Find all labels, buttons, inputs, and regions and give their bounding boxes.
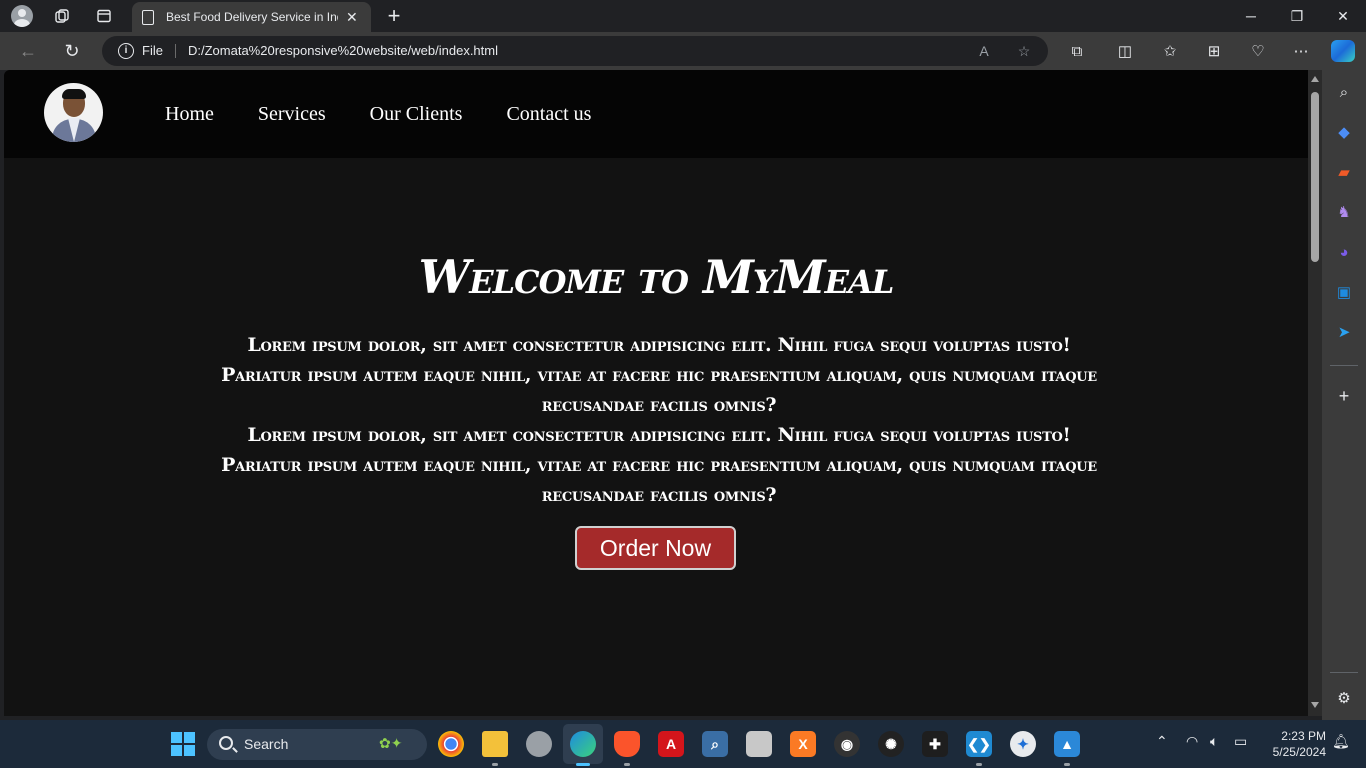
photos-icon[interactable]: ▲: [1054, 731, 1080, 757]
notifications-icon[interactable]: 🔔︎: [1332, 733, 1350, 750]
running-indicator: [1064, 763, 1070, 766]
profile-logo[interactable]: [44, 83, 103, 142]
page-icon: [142, 9, 154, 25]
clock-date: 5/25/2024: [1272, 745, 1326, 759]
nav-our-clients[interactable]: Our Clients: [370, 103, 463, 126]
file-explorer-icon[interactable]: [482, 731, 508, 757]
chatgpt-icon[interactable]: ✺: [878, 731, 904, 757]
order-now-button[interactable]: Order Now: [575, 526, 736, 570]
taskbar-clock[interactable]: 2:23 PM 5/25/2024: [1262, 728, 1326, 760]
edge-sidebar: ⌕ ◆ ▰ ♞ ◕ ▣ ➤ + ⚙: [1322, 70, 1366, 720]
edge-icon[interactable]: [570, 731, 596, 757]
add-sidebar-app-icon[interactable]: +: [1334, 386, 1354, 406]
drop-icon[interactable]: ➤: [1334, 322, 1354, 342]
search-label: Search: [244, 736, 289, 752]
restore-icon[interactable]: ❐: [1274, 0, 1320, 32]
show-hidden-icons[interactable]: ⌃: [1156, 733, 1168, 750]
read-aloud-icon[interactable]: A: [974, 41, 994, 61]
magnifier-icon[interactable]: ⌕: [702, 731, 728, 757]
tab-actions-icon[interactable]: [92, 4, 116, 28]
shopping-tag-icon[interactable]: ◆: [1334, 122, 1354, 142]
running-indicator: [624, 763, 630, 766]
hero-paragraph: Lorem ipsum dolor, sit amet consectetur …: [221, 334, 1097, 416]
browser-toolbar: ← ↻ i File D:/Zomata%20responsive%20webs…: [0, 32, 1366, 70]
nav-contact-us[interactable]: Contact us: [506, 103, 591, 126]
sidebar-settings-icon[interactable]: ⚙: [1334, 688, 1354, 708]
xampp-icon[interactable]: X: [790, 731, 816, 757]
info-icon[interactable]: i: [118, 43, 134, 59]
games-icon[interactable]: ♞: [1334, 202, 1354, 222]
collections-icon[interactable]: ⊞: [1204, 41, 1224, 61]
site-nav: Home Services Our Clients Contact us: [165, 103, 635, 126]
hero-section: Welcome to MyMeal Lorem ipsum dolor, sit…: [4, 158, 1308, 716]
chrome-icon[interactable]: [438, 731, 464, 757]
battery-icon[interactable]: ▭: [1234, 733, 1247, 750]
running-indicator: [492, 763, 498, 766]
close-window-icon[interactable]: ✕: [1320, 0, 1366, 32]
app-window-icon[interactable]: [746, 731, 772, 757]
nav-home[interactable]: Home: [165, 103, 214, 126]
address-bar[interactable]: i File D:/Zomata%20responsive%20website/…: [102, 36, 1048, 66]
minimize-icon[interactable]: ─: [1228, 0, 1274, 32]
sidebar-divider: [1330, 365, 1358, 366]
search-highlight-icon: ✿✦: [379, 735, 403, 751]
browser-titlebar: Best Food Delivery Service in Ind ✕ + ─ …: [0, 0, 1366, 32]
favorites-icon[interactable]: ✩: [1160, 41, 1180, 61]
address-divider: [175, 44, 176, 58]
running-indicator: [976, 763, 982, 766]
figma-icon[interactable]: ✚: [922, 731, 948, 757]
windows-start-icon[interactable]: [171, 732, 195, 756]
scroll-down-icon[interactable]: [1311, 702, 1319, 708]
taskbar-search[interactable]: Search ✿✦: [207, 729, 427, 760]
vscode-icon[interactable]: ❮❯: [966, 731, 992, 757]
scroll-thumb[interactable]: [1311, 92, 1319, 262]
new-tab-icon[interactable]: +: [382, 4, 406, 28]
app-circle-icon[interactable]: ✦: [1010, 731, 1036, 757]
microsoft-365-icon[interactable]: ◕: [1334, 242, 1354, 262]
browser-essentials-icon[interactable]: ♡: [1248, 41, 1268, 61]
windows-taskbar: Search ✿✦ A ⌕ X ◉ ✺ ✚ ❮❯ ✦ ▲ ⌃ ◠ 🔈︎ ▭ 2:…: [0, 720, 1366, 768]
address-scheme: File: [142, 43, 163, 58]
page-scrollbar[interactable]: [1308, 70, 1322, 716]
acrobat-icon[interactable]: A: [658, 731, 684, 757]
obs-icon[interactable]: ◉: [834, 731, 860, 757]
scroll-up-icon[interactable]: [1311, 76, 1319, 82]
workspaces-icon[interactable]: [50, 4, 74, 28]
wifi-icon[interactable]: ◠: [1186, 733, 1198, 750]
tab-title: Best Food Delivery Service in Ind: [166, 10, 338, 24]
brave-icon[interactable]: [614, 731, 640, 757]
back-icon[interactable]: ←: [16, 39, 40, 63]
tools-icon[interactable]: ▰: [1334, 162, 1354, 182]
search-sidebar-icon[interactable]: ⌕: [1334, 82, 1354, 102]
logo-hair: [62, 89, 86, 99]
volume-icon[interactable]: 🔈︎: [1210, 733, 1218, 750]
outlook-icon[interactable]: ▣: [1334, 282, 1354, 302]
page-viewport: Home Services Our Clients Contact us Wel…: [4, 70, 1322, 716]
hero-text: Lorem ipsum dolor, sit amet consectetur …: [209, 330, 1109, 510]
close-tab-icon[interactable]: ✕: [346, 9, 358, 26]
address-url[interactable]: D:/Zomata%20responsive%20website/web/ind…: [188, 43, 498, 58]
nav-services[interactable]: Services: [258, 103, 326, 126]
clock-time: 2:23 PM: [1281, 729, 1326, 743]
site-header: Home Services Our Clients Contact us: [4, 70, 1308, 158]
sidebar-divider: [1330, 672, 1358, 673]
refresh-icon[interactable]: ↻: [60, 39, 84, 63]
extensions-icon[interactable]: ⧉: [1067, 41, 1087, 61]
hero-paragraph: Lorem ipsum dolor, sit amet consectetur …: [221, 424, 1097, 506]
favorite-star-icon[interactable]: ☆: [1014, 41, 1034, 61]
search-icon: [219, 736, 233, 750]
browser-tab[interactable]: Best Food Delivery Service in Ind ✕: [132, 2, 371, 32]
hero-title: Welcome to MyMeal: [418, 250, 895, 304]
copilot-icon[interactable]: [1331, 40, 1355, 62]
profile-icon[interactable]: [10, 4, 34, 28]
more-menu-icon[interactable]: ⋯: [1291, 41, 1311, 61]
active-indicator: [576, 763, 590, 766]
split-screen-icon[interactable]: ◫: [1115, 41, 1135, 61]
app-icon[interactable]: [526, 731, 552, 757]
